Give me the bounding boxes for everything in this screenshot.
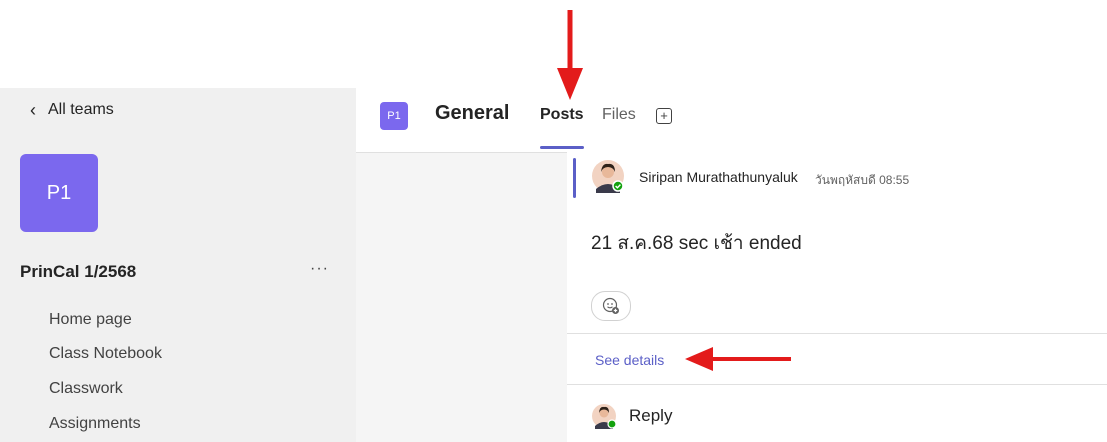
add-reaction-button[interactable]	[591, 291, 631, 321]
see-details-link[interactable]: See details	[595, 352, 664, 368]
post-card: Siripan Murathathunyaluk วันพฤหัสบดี 08:…	[567, 152, 1107, 442]
tab-posts[interactable]: Posts	[540, 106, 584, 149]
tab-files[interactable]: Files	[602, 106, 636, 124]
chevron-left-icon: ‹	[30, 100, 36, 120]
channel-initials: P1	[387, 110, 401, 122]
divider	[567, 384, 1107, 385]
post-accent-bar	[573, 158, 576, 198]
post-message: 21 ส.ค.68 sec เช้า ended	[591, 233, 802, 254]
channel-avatar: P1	[380, 102, 408, 130]
author-avatar[interactable]	[591, 159, 625, 193]
reply-button[interactable]: Reply	[591, 403, 672, 429]
reply-label: Reply	[629, 406, 673, 425]
sidebar-item-class-notebook[interactable]: Class Notebook	[49, 345, 162, 363]
plus-icon[interactable]: +	[656, 108, 672, 124]
sidebar-item-assignments[interactable]: Assignments	[49, 415, 141, 433]
back-to-all-teams[interactable]: ‹ All teams	[30, 101, 114, 119]
team-avatar: P1	[20, 154, 98, 232]
sidebar-item-home-page[interactable]: Home page	[49, 311, 132, 329]
emoji-add-icon	[602, 297, 619, 314]
user-avatar	[592, 404, 617, 429]
sidebar-item-classwork[interactable]: Classwork	[49, 380, 123, 398]
team-initials: P1	[46, 181, 72, 204]
sidebar: ‹ All teams P1 PrinCal 1/2568 ··· Home p…	[0, 88, 356, 442]
channel-header: P1 General Posts Files +	[356, 88, 1107, 153]
annotation-arrow-down-icon	[557, 10, 583, 100]
tab-posts-label: Posts	[540, 106, 584, 123]
back-label: All teams	[48, 101, 114, 118]
team-name: PrinCal 1/2568	[20, 262, 137, 281]
author-name: Siripan Murathathunyaluk	[639, 169, 798, 185]
tab-files-label: Files	[602, 106, 636, 123]
annotation-arrow-left-icon	[685, 347, 791, 371]
more-options-icon[interactable]: ···	[310, 260, 329, 278]
main-area: P1 General Posts Files + Siripan Muratha…	[356, 88, 1107, 442]
post-timestamp: วันพฤหัสบดี 08:55	[815, 173, 910, 187]
divider	[567, 333, 1107, 334]
active-tab-indicator	[540, 146, 584, 149]
channel-title: General	[435, 102, 510, 124]
